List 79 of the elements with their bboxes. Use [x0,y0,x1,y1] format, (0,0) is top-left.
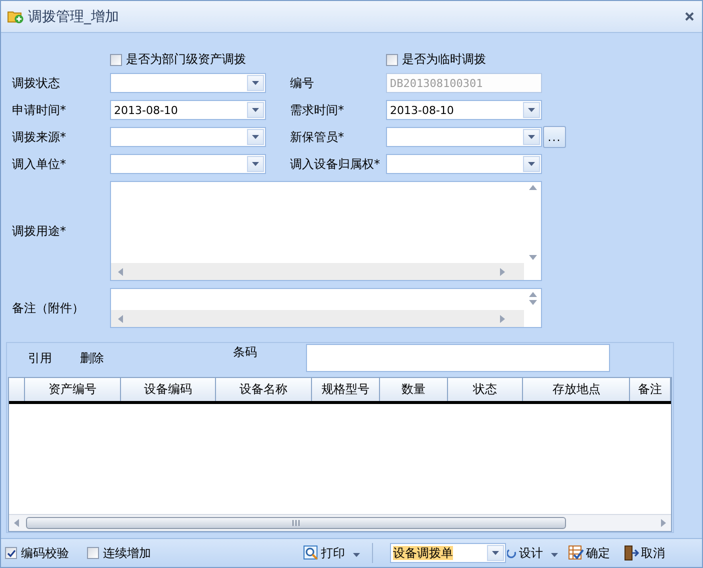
field-label: 调入设备归属权* [290,156,381,172]
caret-icon [492,551,499,555]
toolbar-button[interactable]: 引用 [28,350,52,367]
column-header: 设备名称 [216,378,312,401]
magnifier-icon [303,545,319,561]
close-icon[interactable] [685,12,694,21]
scroll-up-icon[interactable] [528,291,538,298]
confirm-button[interactable]: 确定 [568,544,610,562]
caret-icon [528,108,535,112]
checkbox[interactable] [87,547,99,559]
dropdown-button[interactable] [247,156,264,172]
field-label: 需求时间* [290,102,345,118]
dropdown-button[interactable] [247,75,264,91]
caret-icon [252,135,259,139]
field-label: 备注（附件） [12,300,85,316]
scroll-left-icon[interactable] [13,518,20,528]
checkbox-label: 是否为部门级资产调拨 [126,51,246,68]
caret-icon [528,162,535,166]
cancel-button[interactable]: 取消 [623,544,665,562]
checkbox[interactable] [386,54,398,66]
design-button[interactable]: 设计 [507,544,558,562]
scroll-up-icon[interactable] [528,184,538,191]
exit-door-icon [623,545,639,561]
column-header: 资产编号 [24,378,121,401]
date-picker[interactable]: 2013-08-10 [386,100,542,120]
date-picker[interactable]: 2013-08-10 [110,100,266,120]
caret-icon [252,108,259,112]
caret-icon [528,135,535,139]
scroll-right-icon[interactable] [499,266,506,276]
caret-icon [551,553,558,557]
print-button[interactable]: 打印 [303,544,360,562]
field-label: 调拨来源* [12,128,67,146]
scroll-right-icon[interactable] [660,518,667,528]
dropdown-button[interactable] [247,129,264,145]
column-header: 数量 [380,378,448,401]
window-title: 调拨管理_增加 [28,8,120,26]
barcode-field[interactable] [306,344,610,372]
field-label: 调拨状态 [12,74,61,92]
column-header: 规格型号 [312,378,380,401]
field-label: 申请时间* [12,102,67,118]
checkbox-label: 编码校验 [21,544,69,562]
scroll-down-icon[interactable] [528,299,538,306]
horizontal-scrollbar[interactable] [9,514,671,531]
dropdown-button[interactable] [523,102,540,118]
scroll-left-icon[interactable] [117,314,124,324]
field-label: 调拨用途* [12,222,67,240]
dropdown-button[interactable] [523,129,540,145]
field-label: 条码 [233,344,257,361]
template-combo-box[interactable]: 设备调拨单 [390,543,506,563]
dropdown-button[interactable] [247,102,264,118]
swirl-icon [507,547,517,559]
horizontal-scrollbar[interactable] [111,310,524,327]
text-area[interactable] [110,181,542,281]
folder-add-icon [7,9,24,24]
checkbox-label: 连续增加 [103,544,151,562]
field-label: 新保管员* [290,128,345,146]
column-header: 备注 [630,378,671,401]
scroll-left-icon[interactable] [117,266,124,276]
horizontal-scrollbar[interactable] [111,263,524,280]
dropdown-button[interactable] [487,545,504,561]
column-header: 设备编码 [120,378,216,401]
scroll-down-icon[interactable] [528,254,538,261]
field-label: 编号 [290,74,315,92]
checkbox[interactable] [110,54,122,66]
dropdown-button[interactable] [523,156,540,172]
field-label: 调入单位* [12,156,67,172]
toolbar-button[interactable]: 删除 [80,350,104,367]
caret-icon [252,162,259,166]
text-area[interactable] [110,288,542,328]
browse-button[interactable]: ... [543,126,566,148]
checkbox[interactable] [5,547,17,559]
caret-icon [353,553,360,557]
scroll-right-icon[interactable] [499,314,506,324]
table-check-icon [568,545,584,561]
column-header: 状态 [448,378,524,401]
column-header: 存放地点 [523,378,630,401]
checkbox-label: 是否为临时调拨 [402,51,486,68]
scrollbar-thumb[interactable] [26,517,566,529]
caret-icon [252,81,259,85]
